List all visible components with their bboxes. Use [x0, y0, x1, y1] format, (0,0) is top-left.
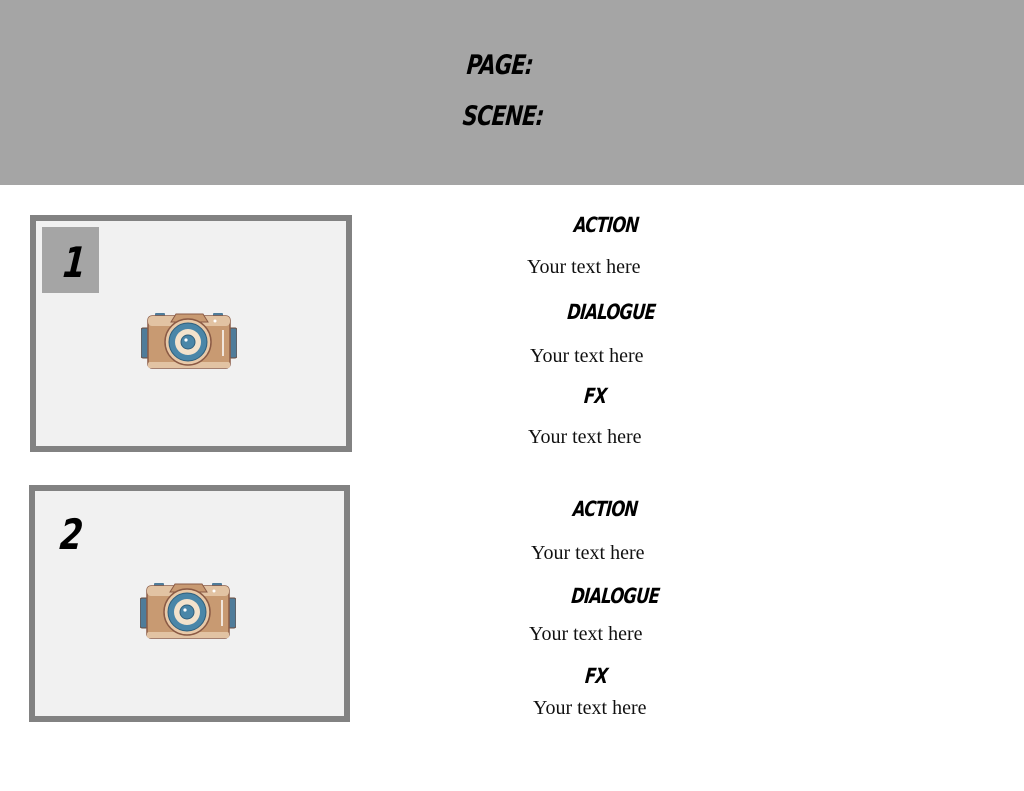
note-text-action[interactable]: Your text here	[527, 255, 641, 279]
note-heading-action: Action	[572, 497, 639, 521]
camera-icon	[140, 583, 236, 639]
note-heading-action: Action	[573, 213, 640, 237]
note-text-fx[interactable]: Your text here	[533, 696, 647, 720]
note-heading-dialogue: Dialogue	[566, 300, 657, 324]
note-heading-fx: FX	[584, 664, 609, 688]
note-text-dialogue[interactable]: Your text here	[530, 344, 644, 368]
note-heading-fx: FX	[583, 384, 608, 408]
page-label: Page:	[465, 50, 535, 81]
scene-label: Scene:	[461, 101, 545, 132]
note-text-fx[interactable]: Your text here	[528, 425, 642, 449]
camera-icon	[141, 313, 237, 369]
note-text-action[interactable]: Your text here	[531, 541, 645, 565]
storyboard-panel-1[interactable]: 1	[30, 215, 352, 452]
note-text-dialogue[interactable]: Your text here	[529, 622, 643, 646]
page-header: Page: Scene:	[0, 0, 1024, 185]
panel-number: 2	[58, 510, 85, 559]
panel-number: 1	[61, 238, 88, 287]
note-heading-dialogue: Dialogue	[570, 584, 661, 608]
storyboard-panel-2[interactable]: 2	[29, 485, 350, 722]
